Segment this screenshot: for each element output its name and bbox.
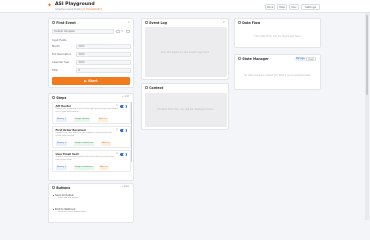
event-log-placeholder: Run the agent to see event logs here — [160, 51, 210, 54]
first-event-title-text: First Event — [56, 20, 76, 25]
settings-button[interactable]: Settings — [301, 4, 320, 10]
group-chip: Group: email/user — [73, 166, 94, 170]
input-fields-label: Input Fields — [52, 39, 67, 42]
calendar-year-field[interactable]: 2024 — [76, 60, 131, 65]
template-select[interactable]: Default Template — [52, 29, 114, 34]
step-card[interactable]: User Email Sent ✎ Sends a confirmation e… — [51, 150, 131, 172]
edit-icon[interactable]: ✎ — [121, 29, 123, 33]
steps-scrollbar[interactable] — [131, 102, 132, 162]
context-icon — [145, 85, 148, 89]
subtitle-prefix: Adaptive Agent Testing & — [55, 7, 86, 11]
steps-icon — [52, 95, 55, 99]
step-card[interactable]: First Order Received ✎ Handles the first… — [51, 126, 131, 148]
priority-chip: Priority: 3 — [55, 166, 68, 170]
steps-title-text: Steps — [56, 95, 67, 100]
step-description: Routes the incoming event to the right p… — [55, 108, 118, 113]
group-chip: Group: default — [73, 118, 91, 122]
state-icon — [238, 56, 241, 60]
context-panel: Context Context from the run will be dis… — [141, 83, 229, 130]
start-button[interactable]: ▶ Start — [52, 77, 130, 85]
filter-value: 0 — [78, 69, 80, 73]
button-item-sub: Send the event downstream — [58, 211, 87, 214]
state-manager-placeholder: No state has been created yet. Start a r… — [244, 74, 311, 77]
data-flow-placeholder: The data flow will be displayed here — [254, 35, 301, 38]
buttons-title: Buttons — [52, 186, 70, 190]
template-select-value: Default Template — [54, 30, 75, 33]
log-icon — [145, 20, 148, 24]
page-scrollbar-thumb[interactable] — [366, 15, 368, 95]
step-description: Sends a confirmation email to the user a… — [55, 156, 114, 161]
dev-button[interactable]: Dev — [289, 4, 299, 10]
buttons-title-text: Buttons — [56, 185, 71, 190]
field-label: Calendar Year — [52, 61, 70, 64]
start-button-label: Start — [88, 79, 98, 83]
first-event-panel: First Event × Default Template ✎ Input F… — [48, 18, 134, 88]
state-manager-title-text: State Manager — [242, 56, 269, 61]
close-icon[interactable]: × — [222, 20, 225, 24]
wait-chip: Wait: 0s — [100, 142, 111, 146]
field-label: Full Description — [52, 53, 72, 56]
delete-icon[interactable] — [126, 29, 130, 34]
context-placeholder: Context from the run will be displayed h… — [156, 108, 214, 111]
step-toggle[interactable] — [119, 104, 127, 109]
data-flow-panel: Data Flow The data flow will be displaye… — [234, 18, 321, 48]
event-log-panel: Event Log × Run the agent to see event l… — [141, 18, 229, 80]
close-icon[interactable]: × — [127, 20, 130, 24]
app-title: ASI Playground — [55, 2, 95, 7]
filter-field[interactable]: 0 — [76, 68, 131, 73]
event-log-title-text: Event Log — [149, 20, 168, 25]
step-toggle[interactable] — [119, 152, 127, 157]
state-manager-title: State Manager — [238, 57, 269, 61]
manage-badge[interactable]: Manage — [294, 57, 306, 61]
wait-chip: Wait: 0s — [97, 118, 108, 122]
steps-title: Steps — [52, 96, 66, 100]
data-flow-title-text: Data Flow — [242, 20, 261, 25]
event-log-title: Event Log — [145, 21, 167, 25]
full-description-value: 2024 — [78, 53, 85, 57]
group-chip: Group: orders/new — [73, 142, 95, 146]
first-event-title: First Event — [52, 21, 76, 25]
buttons-panel: Buttons + New ▸ Save All Output Store th… — [48, 183, 134, 223]
docs-button[interactable]: Docs — [265, 4, 275, 10]
spark-icon: ✦ — [47, 2, 53, 9]
step-toggle[interactable] — [119, 128, 127, 133]
wait-chip: Wait: 0s — [98, 166, 109, 170]
event-icon — [52, 20, 55, 24]
full-description-field[interactable]: 2024 — [76, 52, 131, 57]
copy-icon[interactable] — [116, 29, 120, 34]
subtitle-tag: Orchestration — [85, 7, 103, 11]
priority-chip: Priority: 1 — [55, 118, 68, 122]
priority-chip: Priority: 2 — [55, 142, 68, 146]
state-manager-panel: State Manager Manage Clear No state has … — [234, 54, 321, 90]
button-item-sub: Store the run output — [58, 197, 79, 200]
app-subtitle: Adaptive Agent Testing & Orchestration — [55, 8, 102, 11]
flow-icon — [238, 20, 241, 24]
field-label: Month — [52, 45, 60, 48]
step-description: Handles the first order for the customer… — [55, 132, 112, 137]
context-title-text: Context — [149, 85, 164, 90]
clear-button[interactable]: Clear — [305, 57, 316, 61]
data-flow-title: Data Flow — [238, 21, 260, 25]
context-title: Context — [145, 86, 163, 90]
buttons-icon — [52, 185, 55, 189]
calendar-year-value: 2024 — [78, 61, 85, 65]
field-label: Filter — [52, 69, 59, 72]
new-button[interactable]: + New — [121, 185, 129, 189]
step-card[interactable]: API Router ✎ Routes the incoming event t… — [51, 102, 131, 124]
add-step-button[interactable]: + Add — [122, 95, 129, 99]
app-header: ✦ ASI Playground Adaptive Agent Testing … — [0, 0, 370, 13]
month-field[interactable]: 2024 — [76, 44, 131, 49]
steps-panel: Steps + Add API Router ✎ Routes the inco… — [48, 93, 134, 181]
help-button[interactable]: Help — [277, 4, 287, 10]
month-value: 2024 — [78, 45, 85, 49]
